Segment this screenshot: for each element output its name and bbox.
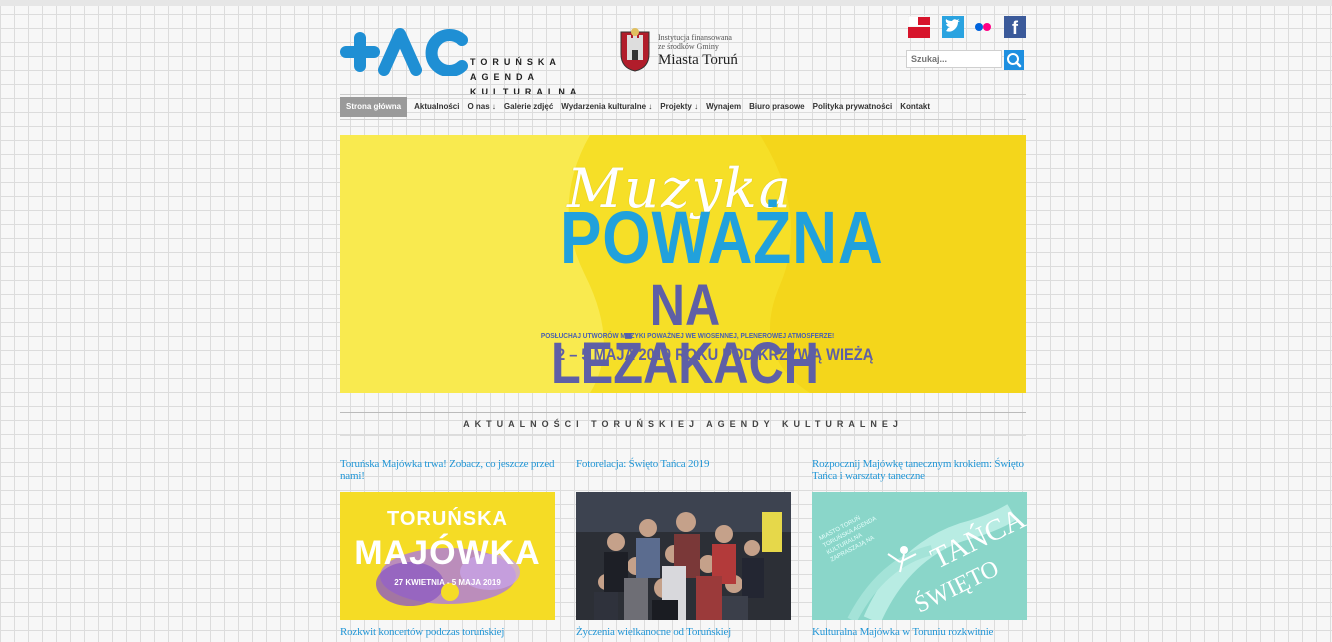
news-section-title: AKTUALNOŚCI TORUŃSKIEJ AGENDY KULTURALNE… — [340, 412, 1026, 436]
banner-dates: 2 – 5 MAJA 2019 ROKU POD KRZYWĄ WIEŻĄ — [557, 345, 874, 364]
news-card-title[interactable]: Rozkwit koncertów podczas toruńskiej — [340, 626, 555, 638]
torun-crest-icon — [620, 28, 650, 72]
news-card-title[interactable]: Życzenia wielkanocne od Toruńskiej — [576, 626, 791, 638]
nav-item-about[interactable]: O nas ↓ — [463, 97, 499, 117]
banner-subtitle: POSŁUCHAJ UTWORÓW MUZYKI POWAŻNEJ WE WIO… — [540, 333, 835, 340]
search-button[interactable] — [1004, 50, 1024, 70]
news-card-image[interactable]: TORUŃSKA MAJÓWKA 27 KWIETNIA - 5 MAJA 20… — [340, 492, 555, 620]
institution-line-3: Miasta Toruń — [658, 52, 738, 68]
nav-item-events[interactable]: Wydarzenia kulturalne ↓ — [557, 97, 656, 117]
tak-logo-mark-icon — [340, 28, 468, 77]
logo-line-2: AGENDA — [470, 72, 540, 82]
nav-item-galleries[interactable]: Galerie zdjęć — [500, 97, 557, 117]
nav-item-contact[interactable]: Kontakt — [896, 97, 934, 117]
nav-item-rental[interactable]: Wynajem — [702, 97, 745, 117]
news-image-text-2: MAJÓWKA — [354, 534, 541, 572]
institution-info[interactable]: Instytucja finansowana ze środków Gminy … — [618, 26, 778, 76]
nav-item-projects[interactable]: Projekty ↓ — [656, 97, 702, 117]
news-card-image[interactable] — [576, 492, 791, 620]
flickr-icon[interactable] — [972, 16, 994, 38]
search-box — [906, 50, 1026, 70]
nav-item-news[interactable]: Aktualności — [410, 97, 463, 117]
hero-banner[interactable]: Muzyka POWAŻNA NA LEŻAKACH POSŁUCHAJ UTW… — [340, 135, 1026, 393]
news-card-title[interactable]: Fotorelacja: Święto Tańca 2019 — [576, 458, 791, 486]
institution-line-2: ze środków Gminy — [658, 42, 719, 51]
main-navigation: Strona główna Aktualności O nas ↓ Galeri… — [340, 94, 1026, 120]
news-card: Toruńska Majówka trwa! Zobacz, co jeszcz… — [340, 458, 555, 620]
news-card: Rozpocznij Majówkę tanecznym krokiem: Św… — [812, 458, 1027, 620]
banner-title-1: POWAŻNA — [560, 196, 884, 279]
news-card-image[interactable]: MIASTO TORUŃ TORUŃSKA AGENDA KULTURALNA … — [812, 492, 1027, 620]
twitter-icon[interactable] — [942, 16, 964, 38]
nav-item-press[interactable]: Biuro prasowe — [745, 97, 809, 117]
news-card: Fotorelacja: Święto Tańca 2019 — [576, 458, 791, 620]
news-image-text-1: TORUŃSKA — [387, 508, 508, 530]
dance-photo — [576, 492, 791, 620]
institution-line-1: Instytucja finansowana — [658, 33, 732, 42]
social-links: f — [907, 15, 1028, 42]
page-container: TORUŃSKA AGENDA KULTURALNA Instytucja fi… — [340, 0, 1028, 642]
news-card-title[interactable]: Kulturalna Majówka w Toruniu rozkwitnie — [812, 626, 1027, 638]
nav-item-home[interactable]: Strona główna — [340, 97, 408, 117]
news-card-title[interactable]: Rozpocznij Majówkę tanecznym krokiem: Św… — [812, 458, 1027, 486]
tak-logo[interactable]: TORUŃSKA AGENDA KULTURALNA — [340, 26, 590, 97]
search-input[interactable] — [906, 50, 1002, 68]
facebook-icon[interactable]: f — [1004, 16, 1026, 38]
logo-line-1: TORUŃSKA — [470, 57, 561, 67]
nav-item-privacy[interactable]: Polityka prywatności — [809, 97, 897, 117]
bip-icon[interactable] — [907, 15, 931, 38]
news-card-title[interactable]: Toruńska Majówka trwa! Zobacz, co jeszcz… — [340, 458, 555, 486]
news-image-text-3: 27 KWIETNIA - 5 MAJA 2019 — [394, 578, 501, 587]
search-icon — [1007, 53, 1022, 68]
